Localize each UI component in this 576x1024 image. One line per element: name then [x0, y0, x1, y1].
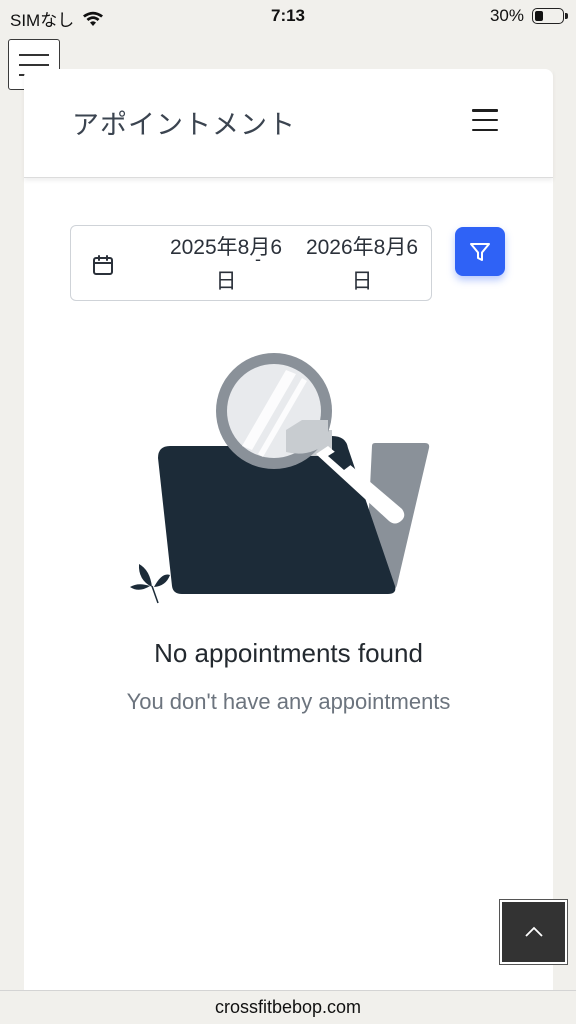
- date-end: 2026年8月6日: [305, 236, 419, 293]
- chevron-up-icon: [524, 926, 543, 937]
- page-title: アポイントメント: [72, 110, 296, 141]
- header-menu-icon[interactable]: [472, 109, 498, 131]
- card-header: アポイントメント: [24, 69, 553, 178]
- battery-percent: 30%: [489, 6, 524, 25]
- filter-icon: [470, 242, 490, 261]
- date-range-picker[interactable]: 2025年8月6日 - 2026年8月6日: [70, 225, 432, 301]
- empty-folder-illustration: [130, 353, 430, 604]
- battery-level: [535, 11, 543, 21]
- battery-icon: [532, 8, 568, 24]
- status-right: 30%: [489, 6, 568, 26]
- date-start: 2025年8月6日: [169, 236, 283, 293]
- browser-url-bar[interactable]: crossfitbebop.com: [0, 990, 576, 1024]
- date-separator: -: [255, 249, 261, 269]
- filter-button[interactable]: [455, 227, 505, 276]
- url-text: crossfitbebop.com: [214, 997, 362, 1017]
- empty-state-title: No appointments found: [154, 638, 423, 668]
- calendar-icon: [93, 255, 113, 275]
- empty-state-subtitle: You don't have any appointments: [126, 689, 451, 714]
- scroll-to-top-button[interactable]: [499, 899, 568, 965]
- status-bar: SIMなし 7:13 30%: [0, 0, 576, 32]
- appointments-card: アポイントメント 2025年8月6日 - 2026年8月6日 No appoin…: [24, 69, 553, 1000]
